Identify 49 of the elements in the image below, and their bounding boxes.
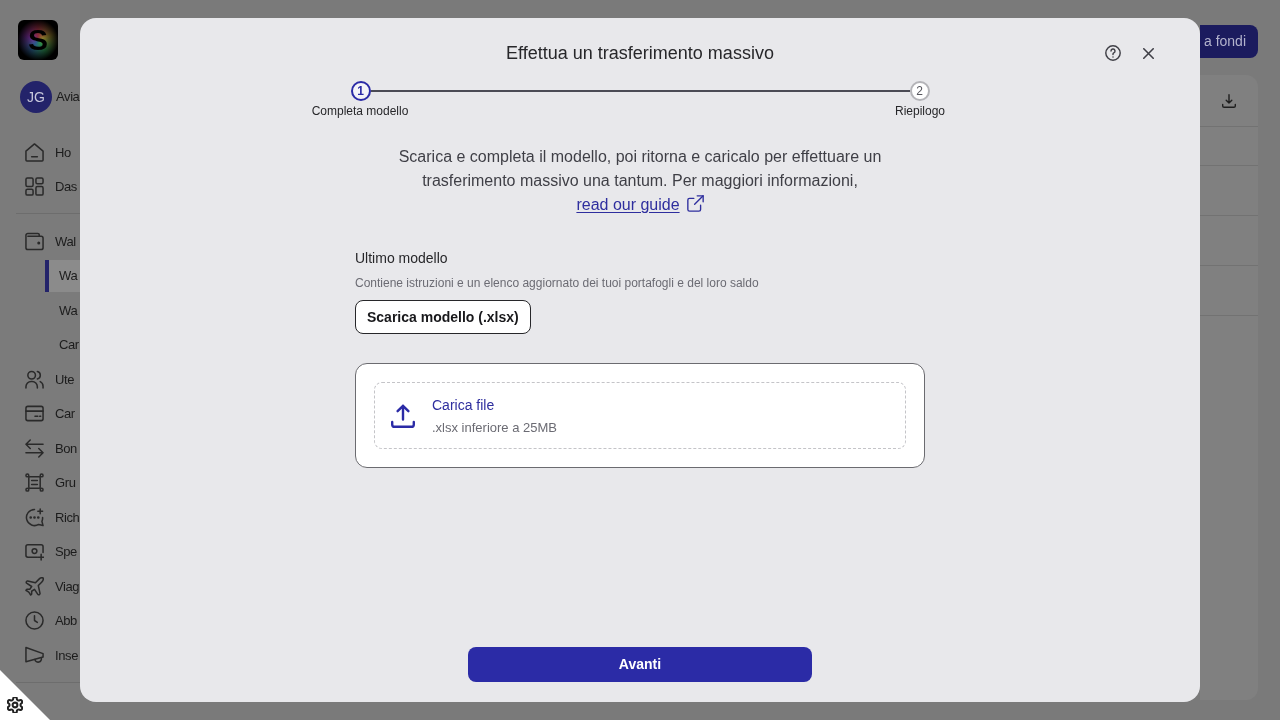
top-action-button[interactable]: a fondi (1200, 25, 1258, 58)
home-icon (25, 142, 44, 162)
upload-hint: .xlsx inferiore a 25MB (432, 418, 557, 437)
step-label: Riepilogo (894, 103, 945, 119)
dashboard-grid-icon (25, 177, 44, 197)
chat-plus-icon (25, 507, 44, 527)
plane-icon (25, 576, 44, 596)
nav-item[interactable]: Das (25, 169, 80, 204)
section-description: Contiene istruzioni e un elenco aggiornato dei tuoi portafogli e del loro saldo (355, 275, 759, 291)
nav-item[interactable]: Spe (25, 534, 80, 569)
user-name: Avia (56, 88, 80, 107)
users-icon (25, 369, 44, 389)
download-icon[interactable] (1222, 93, 1236, 108)
file-drop-zone[interactable]: Carica file .xlsx inferiore a 25MB (374, 382, 906, 449)
credit-card-icon (25, 404, 44, 424)
clock-icon (25, 611, 44, 631)
nav-item[interactable]: Ute (25, 362, 80, 397)
nav-item[interactable]: Wal (25, 224, 80, 259)
nav-item[interactable]: Rich (25, 500, 80, 535)
external-link-icon (686, 195, 704, 212)
nav-item[interactable]: Viag (25, 569, 80, 604)
nav-subitem[interactable]: Wa (45, 294, 80, 327)
nav-item[interactable]: Bon (25, 431, 80, 466)
download-template-button[interactable]: Scarica modello (.xlsx) (355, 300, 531, 334)
nav-item[interactable]: Inse (25, 638, 80, 673)
nav-item[interactable]: Ho (25, 135, 80, 170)
nav-item[interactable]: Abb (25, 603, 80, 638)
help-icon[interactable] (1105, 45, 1121, 61)
upload-icon (391, 403, 415, 428)
upload-title: Carica file (432, 395, 496, 415)
transfer-arrows-icon (25, 438, 44, 458)
frame-icon (25, 473, 44, 493)
wallet-icon (25, 231, 44, 251)
guide-link[interactable]: read our guide (576, 196, 704, 213)
nav-item[interactable]: Car (25, 396, 80, 431)
nav-item[interactable]: Gru (25, 465, 80, 500)
next-button[interactable]: Avanti (468, 647, 812, 682)
description-text: Scarica e completa il modello, poi ritorna e caricalo per effettuare un trasferimento massivo una tantum. Per maggiori informazioni, read our guide (397, 147, 883, 215)
close-icon[interactable] (1143, 47, 1154, 59)
nav-subitem[interactable]: Car (45, 328, 80, 361)
app-logo: S (18, 20, 58, 60)
dialog-title: Effettua un trasferimento massivo (506, 42, 774, 64)
banknote-icon (25, 542, 44, 562)
section-title: Ultimo modello (355, 249, 448, 268)
avatar[interactable]: JG (20, 81, 52, 113)
megaphone-icon (25, 645, 44, 665)
settings-icon[interactable] (7, 697, 23, 713)
step-label: Completa modello (311, 103, 409, 119)
nav-subitem[interactable]: Wa (45, 259, 80, 292)
